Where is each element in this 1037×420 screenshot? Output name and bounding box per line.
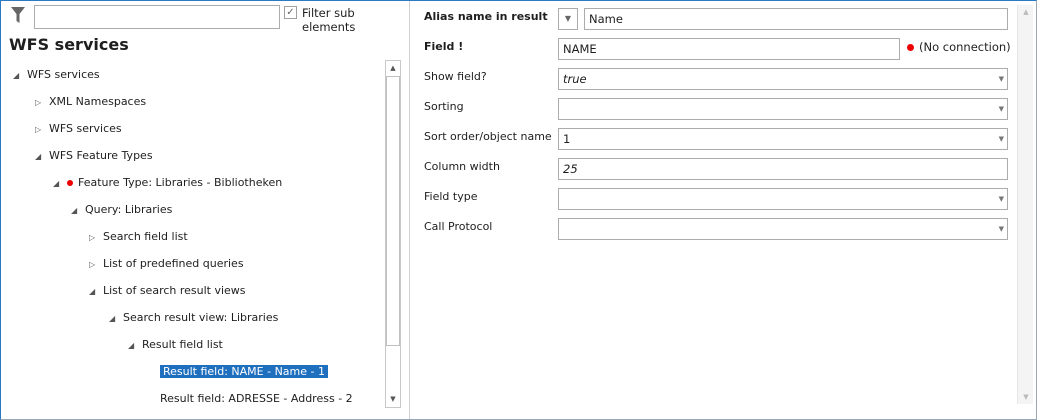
tree-item[interactable]: ▷ XML Namespaces (35, 91, 146, 113)
connection-status: (No connection) (919, 40, 1011, 54)
tree-item-label: Query: Libraries (85, 203, 173, 216)
filter-icon[interactable] (11, 7, 25, 23)
sorting-select[interactable]: ▼ (558, 98, 1008, 120)
tree-item-label: WFS services (49, 122, 122, 135)
field-type-select[interactable]: ▼ (558, 188, 1008, 210)
tree-item-label: WFS services (27, 68, 100, 81)
filter-sub-elements-checkbox[interactable]: ✓ (284, 6, 297, 19)
field-input[interactable]: NAME (558, 38, 900, 60)
tree-item-label: WFS Feature Types (49, 149, 153, 162)
sort-order-select[interactable]: 1 ▼ (558, 128, 1008, 150)
expanded-arrow-icon[interactable]: ◢ (128, 335, 142, 357)
call-protocol-select[interactable]: ▼ (558, 218, 1008, 240)
expanded-arrow-icon[interactable]: ◢ (71, 200, 85, 222)
show-field-label: Show field? (424, 70, 487, 83)
sort-order-label: Sort order/object name (424, 130, 552, 143)
tree-item[interactable]: ◢ Search result view: Libraries (109, 307, 278, 329)
sort-order-value: 1 (563, 132, 571, 146)
expanded-arrow-icon[interactable]: ◢ (13, 65, 27, 87)
alias-dropdown-button[interactable]: ▼ (558, 8, 578, 30)
tree-item[interactable]: ◢ WFS services (13, 64, 100, 86)
scroll-up-icon[interactable]: ▲ (386, 61, 400, 76)
filter-input[interactable] (34, 5, 280, 29)
tree-item[interactable]: ◢ WFS Feature Types (35, 145, 153, 167)
column-width-input[interactable]: 25 (558, 158, 1008, 180)
call-protocol-label: Call Protocol (424, 220, 493, 233)
tree-item[interactable]: ▷ List of predefined queries (89, 253, 244, 275)
scroll-down-icon[interactable]: ▼ (386, 392, 400, 407)
panel-title: WFS services (9, 35, 129, 54)
show-field-select[interactable]: true ▼ (558, 68, 1008, 90)
tree-item[interactable]: ▷ WFS services (35, 118, 122, 140)
field-label: Field ! (424, 40, 464, 53)
scroll-down-icon[interactable]: ▼ (1018, 393, 1034, 401)
show-field-value: true (563, 72, 587, 86)
chevron-down-icon: ▼ (998, 75, 1004, 83)
tree-item[interactable]: ◢ Query: Libraries (71, 199, 172, 221)
tree-item[interactable]: ▷ Search field list (89, 226, 188, 248)
tree-item[interactable]: Result field: ADRESSE - Address - 2 (160, 388, 353, 410)
chevron-down-icon: ▼ (998, 225, 1004, 233)
alias-label: Alias name in result (424, 10, 548, 23)
sorting-label: Sorting (424, 100, 464, 113)
tree-item-label: Result field: NAME - Name - 1 (160, 365, 328, 378)
collapsed-arrow-icon[interactable]: ▷ (89, 227, 103, 249)
tree-item[interactable]: ◢ Feature Type: Libraries - Bibliotheken (53, 172, 282, 194)
collapsed-arrow-icon[interactable]: ▷ (89, 254, 103, 276)
field-type-label: Field type (424, 190, 478, 203)
scroll-thumb[interactable] (386, 76, 400, 346)
tree-item-label: Result field list (142, 338, 223, 351)
expanded-arrow-icon[interactable]: ◢ (89, 281, 103, 303)
tree-item-label: Search field list (103, 230, 188, 243)
collapsed-arrow-icon[interactable]: ▷ (35, 119, 49, 141)
tree-panel: ✓ Filter sub elements WFS services ◢ WFS … (1, 1, 410, 419)
alias-input[interactable]: Name (584, 8, 1008, 30)
chevron-down-icon: ▼ (998, 105, 1004, 113)
tree-scrollbar[interactable]: ▲ ▼ (385, 60, 401, 408)
expanded-arrow-icon[interactable]: ◢ (53, 173, 67, 195)
expanded-arrow-icon[interactable]: ◢ (35, 146, 49, 168)
expanded-arrow-icon[interactable]: ◢ (109, 308, 123, 330)
tree-item[interactable]: Result field: NAME - Name - 1 (160, 361, 328, 383)
tree-item-label: Search result view: Libraries (123, 311, 279, 324)
tree-item-label: Result field: ADRESSE - Address - 2 (160, 392, 353, 405)
tree-item[interactable]: ◢ List of search result views (89, 280, 246, 302)
tree-item-label: Feature Type: Libraries - Bibliotheken (78, 176, 283, 189)
scroll-up-icon[interactable]: ▲ (1018, 8, 1034, 16)
collapsed-arrow-icon[interactable]: ▷ (35, 92, 49, 114)
properties-scrollbar[interactable]: ▲ ▼ (1017, 5, 1033, 404)
tree-item-label: List of predefined queries (103, 257, 244, 270)
chevron-down-icon: ▼ (998, 135, 1004, 143)
error-dot-icon (67, 180, 73, 186)
properties-panel: Alias name in result ▼ Name Field ! NAME… (411, 1, 1036, 419)
tree-item-label: XML Namespaces (49, 95, 147, 108)
chevron-down-icon: ▼ (998, 195, 1004, 203)
tree-item[interactable]: ◢ Result field list (128, 334, 223, 356)
error-dot-icon (907, 44, 914, 51)
tree-item-label: List of search result views (103, 284, 246, 297)
column-width-label: Column width (424, 160, 500, 173)
filter-sub-elements-label: Filter sub elements (302, 6, 356, 34)
